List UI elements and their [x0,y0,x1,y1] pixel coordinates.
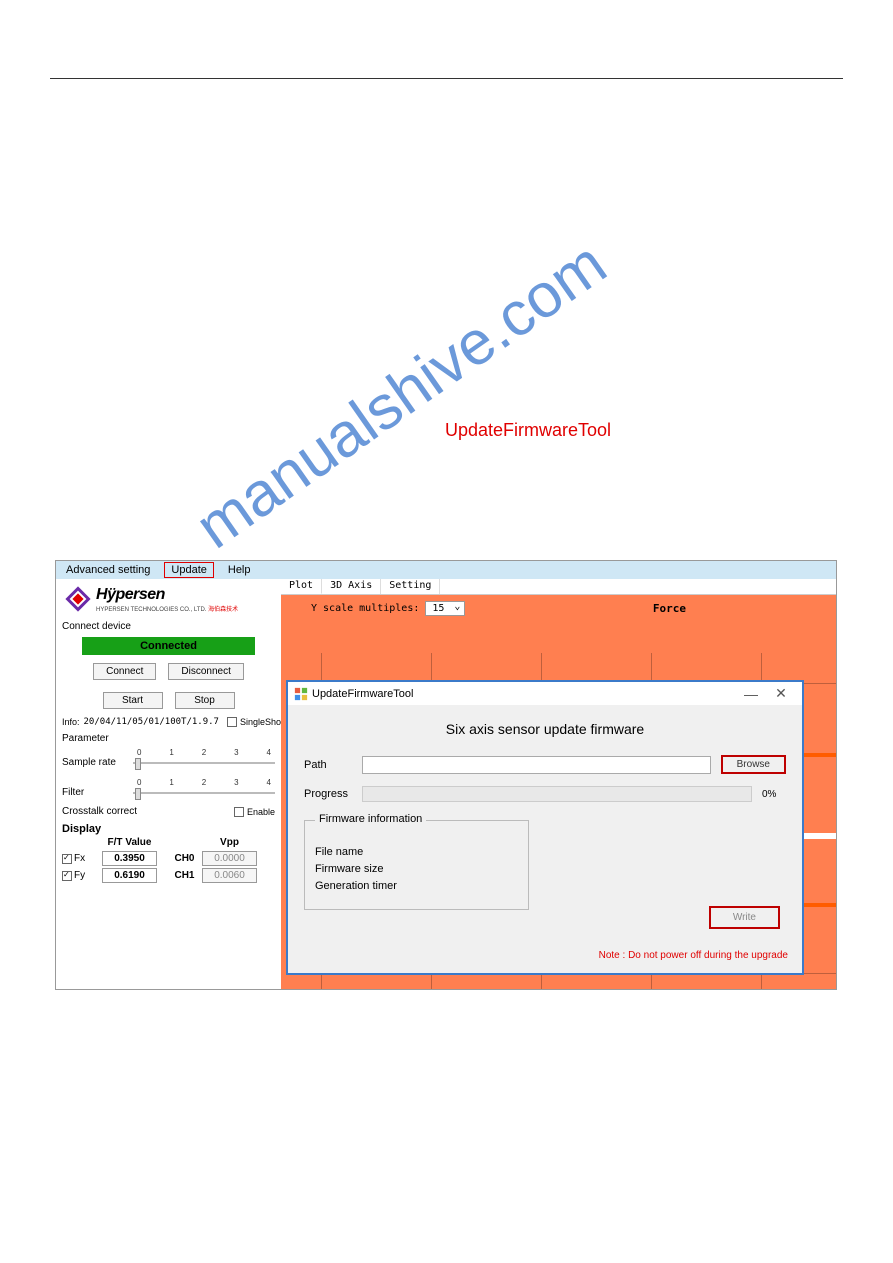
tick-b1: 1 [169,778,173,787]
fy-label: Fy [74,870,85,881]
fy-checkbox[interactable] [62,871,72,881]
left-pane: Hÿpersen HYPERSEN TECHNOLOGIES CO., LTD.… [56,579,281,989]
logo-sub: HYPERSEN TECHNOLOGIES CO., LTD. 海伯森技术 [96,604,238,613]
status-connected: Connected [82,637,255,655]
tab-setting[interactable]: Setting [381,579,440,594]
tick-1: 1 [169,748,173,757]
menubar: Advanced setting Update Help [56,561,836,579]
file-name-label: File name [315,846,518,858]
warning-note: Note : Do not power off during the upgra… [599,950,788,961]
crosstalk-label: Crosstalk correct [62,806,137,817]
logo: Hÿpersen HYPERSEN TECHNOLOGIES CO., LTD.… [62,583,275,615]
fy-value: 0.6190 [102,868,157,883]
filter-label: Filter [62,787,127,798]
modal-window-title: UpdateFirmwareTool [312,688,413,700]
tick-2: 2 [202,748,206,757]
start-button[interactable]: Start [103,692,163,709]
firmware-size-label: Firmware size [315,863,518,875]
parameter-label: Parameter [62,733,275,744]
minimize-button[interactable]: — [736,686,766,702]
firmware-info-group: Firmware information File name Firmware … [304,820,529,910]
fw-info-legend: Firmware information [315,813,426,825]
yscale-select[interactable]: 15 [425,601,465,616]
progress-label: Progress [304,788,352,800]
menu-help[interactable]: Help [222,563,257,577]
tick-b3: 3 [234,778,238,787]
logo-icon [64,585,92,613]
singleshot-checkbox[interactable] [227,717,237,727]
enable-checkbox[interactable] [234,807,244,817]
ch0-label: CH0 [167,853,202,864]
filter-slider[interactable] [133,788,275,798]
tick-b4: 4 [267,778,271,787]
menu-update[interactable]: Update [164,562,213,578]
progress-percent: 0% [762,789,786,800]
tick-0: 0 [137,748,141,757]
ch1-vpp: 0.0060 [202,868,257,883]
connect-label: Connect device [62,621,275,632]
fx-checkbox[interactable] [62,854,72,864]
app-icon [294,687,308,701]
path-input[interactable] [362,756,711,774]
singleshot-label: SingleShot [240,717,284,727]
menu-advanced[interactable]: Advanced setting [60,563,156,577]
tab-3d[interactable]: 3D Axis [322,579,381,594]
connect-button[interactable]: Connect [93,663,156,680]
col-ft: F/T Value [102,837,157,848]
browse-button[interactable]: Browse [721,755,786,774]
table-row: Fy 0.6190 CH1 0.0060 [62,867,275,884]
ch0-vpp: 0.0000 [202,851,257,866]
tick-3: 3 [234,748,238,757]
tick-4: 4 [267,748,271,757]
fx-value: 0.3950 [102,851,157,866]
watermark-text: manualshive.com [183,228,619,563]
fx-label: Fx [74,853,85,864]
info-label: Info: [62,717,80,727]
path-label: Path [304,759,352,771]
gen-timer-label: Generation timer [315,880,518,892]
enable-label: Enable [247,807,275,817]
logo-brand: Hÿpersen [96,586,238,604]
red-title: UpdateFirmwareTool [445,420,611,441]
modal-heading: Six axis sensor update firmware [304,715,786,751]
sample-rate-label: Sample rate [62,757,127,768]
disconnect-button[interactable]: Disconnect [168,663,243,680]
close-button[interactable]: ✕ [766,685,796,702]
yscale-label: Y scale multiples: [311,603,419,614]
tick-b0: 0 [137,778,141,787]
write-button[interactable]: Write [709,906,780,929]
col-vpp: Vpp [202,837,257,848]
info-value: 20/04/11/05/01/100T/1.9.7 [84,717,219,727]
tick-b2: 2 [202,778,206,787]
sample-rate-slider[interactable] [133,758,275,768]
display-label: Display [62,823,275,835]
chart-title: Force [653,602,686,615]
stop-button[interactable]: Stop [175,692,235,709]
table-row: Fx 0.3950 CH0 0.0000 [62,850,275,867]
progress-bar [362,786,752,802]
tab-plot[interactable]: Plot [281,579,322,594]
update-firmware-modal: UpdateFirmwareTool — ✕ Six axis sensor u… [286,680,804,975]
ch1-label: CH1 [167,870,202,881]
